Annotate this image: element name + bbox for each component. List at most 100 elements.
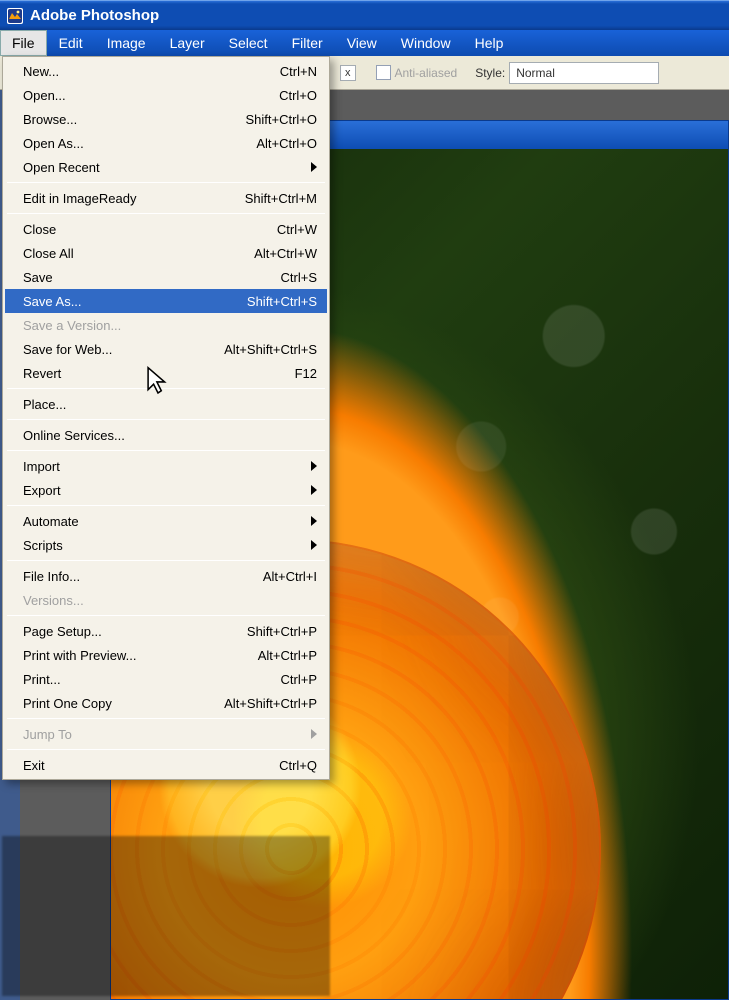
menu-separator xyxy=(7,718,325,719)
file-menu-automate[interactable]: Automate xyxy=(5,509,327,533)
options-field[interactable]: x xyxy=(340,65,356,81)
menu-item-label: Scripts xyxy=(23,538,317,553)
menu-filter[interactable]: Filter xyxy=(280,30,335,56)
menu-item-label: Print... xyxy=(23,672,207,687)
file-menu-print[interactable]: Print...Ctrl+P xyxy=(5,667,327,691)
menu-separator xyxy=(7,213,325,214)
style-value: Normal xyxy=(516,66,555,80)
menu-item-label: Save a Version... xyxy=(23,318,317,333)
submenu-arrow-icon xyxy=(311,461,317,471)
menu-item-shortcut: F12 xyxy=(207,366,317,381)
file-menu-save[interactable]: SaveCtrl+S xyxy=(5,265,327,289)
menu-file[interactable]: File xyxy=(0,30,47,56)
style-select[interactable]: Normal xyxy=(509,62,659,84)
file-menu-new[interactable]: New...Ctrl+N xyxy=(5,59,327,83)
app-title: Adobe Photoshop xyxy=(30,7,159,24)
menu-item-label: Print with Preview... xyxy=(23,648,207,663)
file-menu-dropdown: New...Ctrl+NOpen...Ctrl+OBrowse...Shift+… xyxy=(2,56,330,780)
cursor-icon xyxy=(146,365,170,399)
menu-separator xyxy=(7,560,325,561)
menu-item-shortcut: Alt+Shift+Ctrl+S xyxy=(207,342,317,357)
menu-item-shortcut: Shift+Ctrl+O xyxy=(207,112,317,127)
file-menu-open-recent[interactable]: Open Recent xyxy=(5,155,327,179)
menu-item-label: Browse... xyxy=(23,112,207,127)
menu-help[interactable]: Help xyxy=(463,30,516,56)
menu-select[interactable]: Select xyxy=(217,30,280,56)
menu-item-label: Close All xyxy=(23,246,207,261)
menu-item-label: Open Recent xyxy=(23,160,317,175)
menu-item-shortcut: Ctrl+P xyxy=(207,672,317,687)
file-menu-browse[interactable]: Browse...Shift+Ctrl+O xyxy=(5,107,327,131)
file-menu-save-a-version: Save a Version... xyxy=(5,313,327,337)
submenu-arrow-icon xyxy=(311,729,317,739)
menu-item-shortcut: Alt+Ctrl+W xyxy=(207,246,317,261)
file-menu-print-with-preview[interactable]: Print with Preview...Alt+Ctrl+P xyxy=(5,643,327,667)
menu-item-shortcut: Alt+Ctrl+I xyxy=(207,569,317,584)
menu-item-shortcut: Alt+Ctrl+O xyxy=(207,136,317,151)
file-menu-exit[interactable]: ExitCtrl+Q xyxy=(5,753,327,777)
dropdown-shadow xyxy=(2,836,330,996)
menu-item-label: Save xyxy=(23,270,207,285)
menu-item-label: Close xyxy=(23,222,207,237)
menu-item-label: Versions... xyxy=(23,593,317,608)
menu-item-shortcut: Alt+Shift+Ctrl+P xyxy=(207,696,317,711)
file-menu-close-all[interactable]: Close AllAlt+Ctrl+W xyxy=(5,241,327,265)
submenu-arrow-icon xyxy=(311,540,317,550)
menu-item-shortcut: Ctrl+O xyxy=(207,88,317,103)
menu-item-shortcut: Ctrl+S xyxy=(207,270,317,285)
file-menu-print-one-copy[interactable]: Print One CopyAlt+Shift+Ctrl+P xyxy=(5,691,327,715)
file-menu-page-setup[interactable]: Page Setup...Shift+Ctrl+P xyxy=(5,619,327,643)
menu-edit[interactable]: Edit xyxy=(47,30,95,56)
file-menu-open[interactable]: Open...Ctrl+O xyxy=(5,83,327,107)
file-menu-scripts[interactable]: Scripts xyxy=(5,533,327,557)
anti-aliased-checkbox[interactable] xyxy=(376,65,391,80)
menu-bar: FileEditImageLayerSelectFilterViewWindow… xyxy=(0,30,729,56)
style-label: Style: xyxy=(475,66,505,80)
menu-image[interactable]: Image xyxy=(95,30,158,56)
file-menu-jump-to: Jump To xyxy=(5,722,327,746)
submenu-arrow-icon xyxy=(311,485,317,495)
menu-item-label: Edit in ImageReady xyxy=(23,191,207,206)
menu-item-shortcut: Ctrl+N xyxy=(207,64,317,79)
title-bar: Adobe Photoshop xyxy=(0,0,729,30)
menu-item-label: Exit xyxy=(23,758,207,773)
menu-separator xyxy=(7,450,325,451)
app-icon xyxy=(6,7,24,25)
menu-item-label: Export xyxy=(23,483,317,498)
menu-item-label: Print One Copy xyxy=(23,696,207,711)
menu-item-label: Import xyxy=(23,459,317,474)
file-menu-save-for-web[interactable]: Save for Web...Alt+Shift+Ctrl+S xyxy=(5,337,327,361)
menu-item-label: Open As... xyxy=(23,136,207,151)
file-menu-versions: Versions... xyxy=(5,588,327,612)
file-menu-edit-in-imageready[interactable]: Edit in ImageReadyShift+Ctrl+M xyxy=(5,186,327,210)
menu-view[interactable]: View xyxy=(335,30,389,56)
file-menu-open-as[interactable]: Open As...Alt+Ctrl+O xyxy=(5,131,327,155)
menu-window[interactable]: Window xyxy=(389,30,463,56)
file-menu-export[interactable]: Export xyxy=(5,478,327,502)
menu-separator xyxy=(7,749,325,750)
menu-item-label: Revert xyxy=(23,366,207,381)
menu-separator xyxy=(7,182,325,183)
menu-item-label: Save As... xyxy=(23,294,207,309)
menu-item-label: File Info... xyxy=(23,569,207,584)
menu-separator xyxy=(7,615,325,616)
file-menu-file-info[interactable]: File Info...Alt+Ctrl+I xyxy=(5,564,327,588)
menu-item-shortcut: Shift+Ctrl+M xyxy=(207,191,317,206)
menu-item-label: Online Services... xyxy=(23,428,317,443)
menu-item-shortcut: Shift+Ctrl+S xyxy=(207,294,317,309)
file-menu-save-as[interactable]: Save As...Shift+Ctrl+S xyxy=(5,289,327,313)
menu-separator xyxy=(7,505,325,506)
file-menu-online-services[interactable]: Online Services... xyxy=(5,423,327,447)
menu-item-shortcut: Ctrl+W xyxy=(207,222,317,237)
submenu-arrow-icon xyxy=(311,516,317,526)
menu-layer[interactable]: Layer xyxy=(158,30,217,56)
anti-aliased-label: Anti-aliased xyxy=(395,66,458,80)
file-menu-import[interactable]: Import xyxy=(5,454,327,478)
menu-item-label: New... xyxy=(23,64,207,79)
menu-separator xyxy=(7,419,325,420)
menu-item-shortcut: Alt+Ctrl+P xyxy=(207,648,317,663)
menu-item-label: Page Setup... xyxy=(23,624,207,639)
menu-item-label: Save for Web... xyxy=(23,342,207,357)
menu-item-shortcut: Ctrl+Q xyxy=(207,758,317,773)
file-menu-close[interactable]: CloseCtrl+W xyxy=(5,217,327,241)
